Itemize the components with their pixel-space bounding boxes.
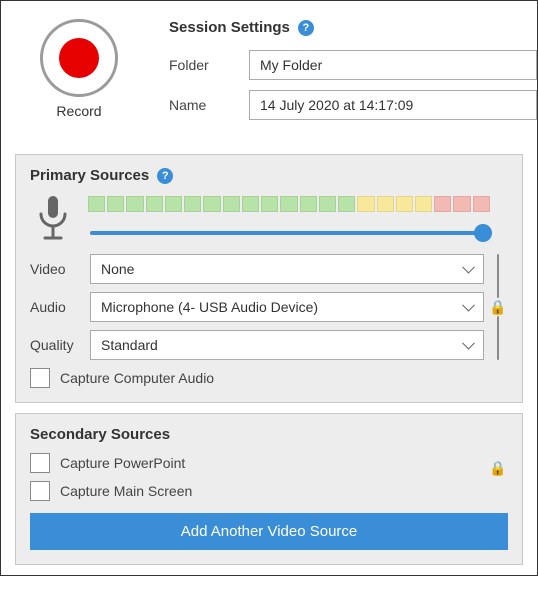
- video-row: Video None: [30, 254, 484, 284]
- help-icon[interactable]: ?: [298, 20, 314, 36]
- name-label: Name: [169, 97, 249, 113]
- primary-sources-panel: Primary Sources ?: [15, 154, 523, 403]
- meter-segment: [261, 196, 278, 212]
- volume-slider[interactable]: [90, 231, 492, 235]
- secondary-sources-title-row: Secondary Sources: [30, 426, 508, 443]
- capture-powerpoint-checkbox[interactable]: [30, 453, 50, 473]
- record-dot-icon: [59, 38, 99, 78]
- audio-select[interactable]: Microphone (4- USB Audio Device): [90, 292, 484, 322]
- secondary-sources-title: Secondary Sources: [30, 426, 170, 443]
- capture-computer-audio-checkbox[interactable]: [30, 368, 50, 388]
- track-line: [497, 254, 499, 298]
- meter-segment: [338, 196, 355, 212]
- record-label: Record: [56, 103, 101, 119]
- record-column: Record: [19, 19, 139, 130]
- capture-main-screen-row: Capture Main Screen: [30, 481, 484, 501]
- lock-icon: 🔒: [489, 459, 506, 477]
- recorder-window: Record Session Settings ? Folder My Fold…: [0, 0, 538, 576]
- meter-segment: [300, 196, 317, 212]
- meter-segment: [280, 196, 297, 212]
- microphone-icon: [33, 194, 73, 242]
- secondary-sources-panel: Secondary Sources Capture PowerPoint Cap…: [15, 413, 523, 565]
- folder-row: Folder My Folder: [169, 50, 537, 80]
- meter-segment: [107, 196, 124, 212]
- meter-segment: [223, 196, 240, 212]
- meter-segment: [88, 196, 105, 212]
- session-settings-title: Session Settings: [169, 19, 290, 36]
- meter-segment: [165, 196, 182, 212]
- add-video-source-button[interactable]: Add Another Video Source: [30, 513, 508, 550]
- meter-column: [88, 194, 508, 238]
- session-settings-title-row: Session Settings ?: [169, 19, 537, 36]
- meter-segment: [203, 196, 220, 212]
- meter-segment: [434, 196, 451, 212]
- audio-level-meter: [88, 196, 490, 212]
- primary-lock-track: 🔒: [490, 254, 506, 360]
- capture-main-screen-checkbox[interactable]: [30, 481, 50, 501]
- track-line: [497, 316, 499, 360]
- capture-computer-audio-row: Capture Computer Audio: [30, 368, 508, 388]
- video-select[interactable]: None: [90, 254, 484, 284]
- name-row: Name 14 July 2020 at 14:17:09: [169, 90, 537, 120]
- video-label: Video: [30, 261, 90, 277]
- meter-segment: [146, 196, 163, 212]
- meter-segment: [357, 196, 374, 212]
- volume-slider-wrap: [88, 222, 490, 238]
- session-settings: Session Settings ? Folder My Folder Name…: [139, 19, 537, 130]
- meter-segment: [377, 196, 394, 212]
- meter-segment: [473, 196, 490, 212]
- help-icon[interactable]: ?: [157, 168, 173, 184]
- audio-label: Audio: [30, 299, 90, 315]
- capture-powerpoint-label: Capture PowerPoint: [60, 455, 185, 471]
- meter-segment: [184, 196, 201, 212]
- meter-segment: [126, 196, 143, 212]
- capture-powerpoint-row: Capture PowerPoint: [30, 453, 484, 473]
- quality-row: Quality Standard: [30, 330, 484, 360]
- secondary-body: Capture PowerPoint Capture Main Screen 🔒: [30, 453, 508, 501]
- header: Record Session Settings ? Folder My Fold…: [1, 1, 537, 148]
- meter-segment: [396, 196, 413, 212]
- primary-sources-title: Primary Sources: [30, 167, 149, 184]
- lock-icon: 🔒: [489, 298, 506, 316]
- name-input[interactable]: 14 July 2020 at 14:17:09: [249, 90, 537, 120]
- capture-main-screen-label: Capture Main Screen: [60, 483, 192, 499]
- primary-select-rows: Video None Audio Microphone (4- USB Audi…: [30, 254, 508, 360]
- mic-icon-wrap: [30, 194, 76, 242]
- folder-select[interactable]: My Folder: [249, 50, 537, 80]
- mic-row: [30, 194, 508, 242]
- audio-row: Audio Microphone (4- USB Audio Device): [30, 292, 484, 322]
- folder-label: Folder: [169, 57, 249, 73]
- quality-label: Quality: [30, 337, 90, 353]
- record-button[interactable]: [40, 19, 118, 97]
- quality-select[interactable]: Standard: [90, 330, 484, 360]
- meter-segment: [415, 196, 432, 212]
- meter-segment: [453, 196, 470, 212]
- meter-segment: [319, 196, 336, 212]
- capture-computer-audio-label: Capture Computer Audio: [60, 370, 214, 386]
- meter-segment: [242, 196, 259, 212]
- primary-sources-title-row: Primary Sources ?: [30, 167, 508, 184]
